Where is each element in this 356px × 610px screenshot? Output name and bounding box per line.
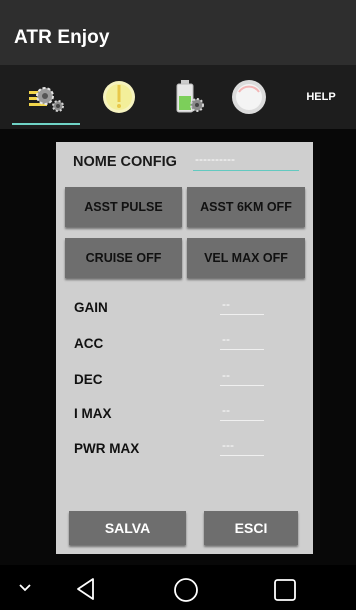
acc-label: ACC	[74, 336, 104, 351]
tab-settings[interactable]	[12, 65, 82, 129]
dec-input[interactable]: --	[220, 369, 264, 386]
help-label: HELP	[306, 91, 336, 103]
config-name-input[interactable]: ----------	[193, 152, 299, 171]
speedometer-icon	[232, 80, 266, 114]
warning-bulb-icon	[103, 81, 135, 113]
save-button[interactable]: SALVA	[69, 511, 186, 545]
dec-label: DEC	[74, 372, 103, 387]
recents-icon[interactable]	[273, 578, 297, 602]
tab-speed[interactable]	[214, 65, 284, 129]
cruise-button[interactable]: CRUISE OFF	[65, 238, 182, 278]
imax-label: I MAX	[74, 406, 112, 421]
tab-help[interactable]: HELP	[286, 65, 356, 129]
battery-settings-icon	[176, 80, 204, 113]
asst-6km-button[interactable]: ASST 6KM OFF	[187, 187, 305, 227]
chevron-down-icon[interactable]	[18, 583, 32, 593]
config-panel: NOME CONFIG ---------- ASST PULSE ASST 6…	[56, 142, 313, 554]
app-title: ATR Enjoy	[14, 27, 110, 48]
home-icon[interactable]	[173, 577, 199, 603]
acc-input[interactable]: --	[220, 333, 264, 350]
gain-input[interactable]: --	[220, 298, 264, 315]
system-nav-bar	[0, 565, 356, 610]
imax-input[interactable]: --	[220, 404, 264, 421]
pwr-max-label: PWR MAX	[74, 441, 140, 456]
back-icon[interactable]	[74, 577, 98, 601]
pwr-max-input[interactable]: ---	[220, 439, 264, 456]
vel-max-button[interactable]: VEL MAX OFF	[187, 238, 305, 278]
config-name-label: NOME CONFIG	[73, 154, 177, 170]
tab-warnings[interactable]	[84, 65, 154, 129]
asst-pulse-button[interactable]: ASST PULSE	[65, 187, 182, 227]
app-bar: ATR Enjoy	[0, 0, 356, 65]
tab-bar: HELP	[0, 65, 356, 129]
settings-gears-icon	[29, 87, 64, 112]
exit-button[interactable]: ESCI	[204, 511, 298, 545]
gain-label: GAIN	[74, 300, 108, 315]
